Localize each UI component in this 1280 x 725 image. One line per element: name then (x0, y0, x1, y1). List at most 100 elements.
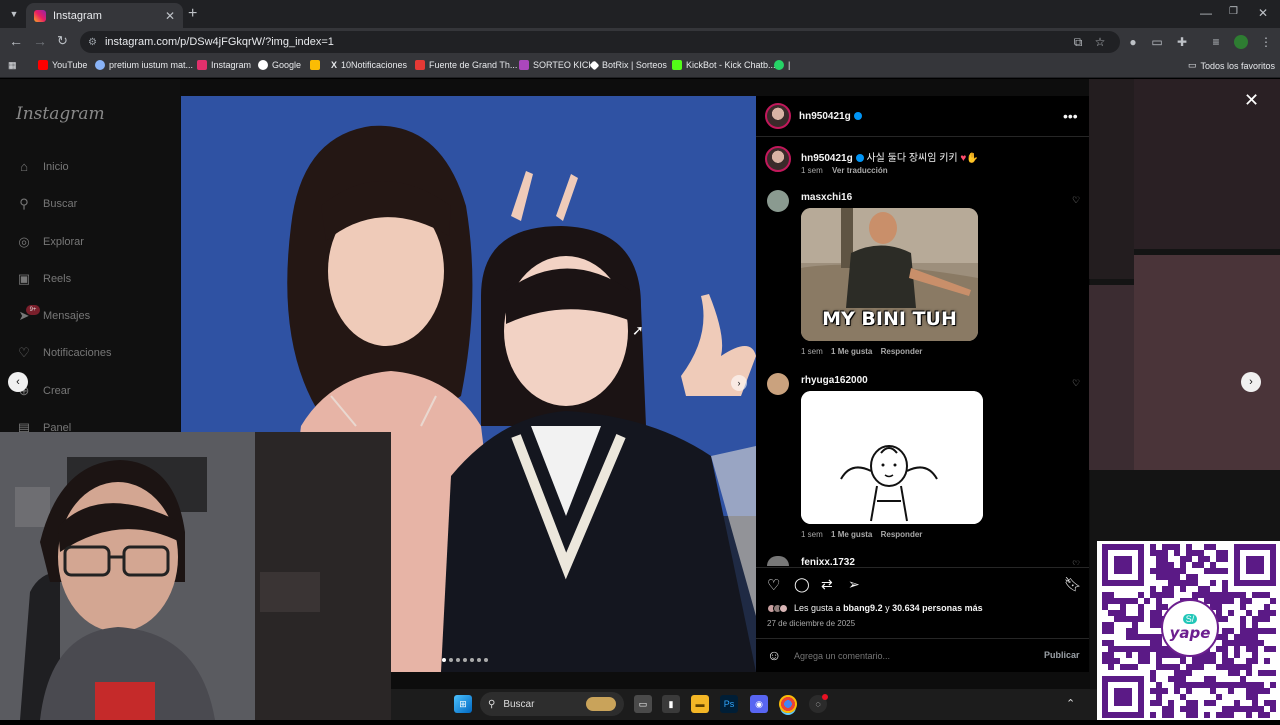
folder-icon: ▭ (1188, 60, 1197, 70)
caption-avatar[interactable] (765, 146, 791, 172)
comment-avatar[interactable] (767, 373, 789, 395)
qr-module (1216, 646, 1222, 652)
bookmark-label: Fuente de Grand Th... (429, 60, 518, 70)
minimize-button[interactable]: — (1200, 6, 1212, 20)
bookmark-item[interactable]: YouTube (38, 60, 87, 70)
likes-prefix: Les gusta a (794, 603, 841, 613)
qr-module (1150, 610, 1156, 616)
chrome-taskbar-icon[interactable] (779, 695, 797, 713)
bookmark-item[interactable]: KickBot - Kick Chatb... (672, 60, 776, 70)
qr-module (1120, 664, 1126, 670)
tab-search-button[interactable]: ▼ (6, 6, 22, 22)
more-options-icon[interactable]: ••• (1063, 108, 1078, 124)
close-window-button[interactable]: ✕ (1258, 6, 1268, 20)
repost-button[interactable]: ⇄ (821, 576, 833, 593)
extension-icon[interactable]: ● (1126, 35, 1140, 49)
reading-list-icon[interactable]: ≡ (1209, 35, 1223, 49)
new-tab-button[interactable]: + (188, 5, 197, 23)
qr-module (1234, 670, 1240, 676)
nav-item-reels[interactable]: ▣ Reels (16, 271, 71, 287)
install-app-icon[interactable]: ⧉ (1071, 35, 1085, 49)
comment-input[interactable] (792, 647, 1032, 665)
bookmark-item[interactable]: Fuente de Grand Th... (415, 60, 517, 70)
reply-button[interactable]: Responder (881, 530, 923, 539)
bookmark-label: SORTEO KICK (533, 60, 595, 70)
next-post-button[interactable]: › (1241, 372, 1261, 392)
share-button[interactable]: ➢ (848, 576, 860, 593)
back-button[interactable]: ← (9, 33, 23, 49)
like-comment-icon[interactable]: ♡ (1072, 195, 1080, 206)
tab-instagram[interactable]: Instagram ✕ (26, 3, 183, 28)
qr-module (1150, 670, 1156, 676)
bookmark-item[interactable]: Instagram (197, 60, 251, 70)
comment-button[interactable]: ◯ (794, 576, 810, 593)
address-bar[interactable]: ⚙ instagram.com/p/DSw4jFGkqrW/?img_index… (80, 31, 1120, 53)
discord-icon[interactable]: ◉ (750, 695, 768, 713)
comment-avatar[interactable] (767, 190, 789, 212)
qr-module (1198, 556, 1204, 562)
task-view-icon[interactable]: ▭ (634, 695, 652, 713)
reload-button[interactable]: ↻ (57, 33, 68, 49)
nav-item-buscar[interactable]: ⚲ Buscar (16, 196, 77, 212)
bookmark-star-icon[interactable]: ☆ (1093, 35, 1107, 49)
qr-module (1156, 550, 1162, 556)
apps-grid-icon[interactable]: ▦ (8, 60, 17, 71)
bookmark-item[interactable]: BotRix | Sorteos (589, 60, 667, 70)
bookmark-item[interactable]: | (774, 60, 790, 70)
extension-icon[interactable]: ▭ (1150, 35, 1164, 49)
qr-module (1204, 592, 1210, 598)
likes-summary[interactable]: Les gusta a bbang9.2 y 30.634 personas m… (767, 603, 983, 613)
windows-start-icon[interactable]: ⊞ (454, 695, 472, 713)
comment-likes[interactable]: 1 Me gusta (831, 347, 872, 356)
like-button[interactable]: ♡ (767, 576, 780, 594)
carousel-next-button[interactable]: › (731, 375, 747, 391)
file-explorer-icon[interactable]: ▬ (691, 695, 709, 713)
likes-count[interactable]: 30.634 personas más (892, 603, 983, 613)
caption-username[interactable]: hn950421g (801, 153, 853, 164)
emoji-icon[interactable]: ☺ (767, 647, 781, 663)
bookmark-item[interactable]: X 10Notificaciones (331, 60, 407, 70)
like-comment-icon[interactable]: ♡ (1072, 378, 1080, 389)
author-username[interactable]: hn950421g (799, 111, 862, 122)
comment-username[interactable]: masxchi16 (801, 192, 852, 203)
qr-module (1222, 634, 1228, 640)
qr-module (1174, 676, 1180, 682)
close-modal-icon[interactable]: ✕ (1244, 90, 1259, 111)
qr-module (1228, 658, 1234, 664)
see-translation-link[interactable]: Ver traducción (832, 166, 888, 175)
publish-button[interactable]: Publicar (1044, 650, 1080, 660)
save-button[interactable]: 🔖︎ (1064, 576, 1082, 593)
extensions-puzzle-icon[interactable]: ✚ (1175, 35, 1189, 49)
close-tab-icon[interactable]: ✕ (165, 9, 175, 23)
bookmark-item[interactable]: pretium iustum mat... (95, 60, 193, 70)
comment-likes[interactable]: 1 Me gusta (831, 530, 872, 539)
comment-username[interactable]: rhyuga162000 (801, 375, 868, 386)
restore-button[interactable]: ❐ (1229, 6, 1238, 17)
taskbar-app-icon[interactable]: ▮ (662, 695, 680, 713)
nav-item-inicio[interactable]: ⌂ Inicio (16, 159, 69, 175)
bookmark-item[interactable] (310, 60, 324, 70)
nav-item-notificaciones[interactable]: ♡ Notificaciones (16, 345, 111, 361)
profile-avatar[interactable] (1234, 35, 1248, 49)
likes-user[interactable]: bbang9.2 (843, 603, 883, 613)
reply-button[interactable]: Responder (881, 347, 923, 356)
chrome-menu-icon[interactable]: ⋮ (1259, 35, 1273, 49)
photoshop-icon[interactable]: Ps (720, 695, 738, 713)
comment-gif[interactable] (801, 391, 983, 524)
qr-module (1234, 646, 1240, 652)
bookmark-item[interactable]: SORTEO KICK (519, 60, 594, 70)
comment-gif[interactable]: MY BINI TUH (801, 208, 978, 341)
qr-module (1138, 652, 1144, 658)
show-hidden-icons[interactable]: ⌃ (1066, 697, 1075, 710)
all-bookmarks-folder[interactable]: ▭ Todos los favoritos (1188, 60, 1275, 71)
forward-button[interactable]: → (33, 33, 47, 49)
likes-mid: y (885, 603, 890, 613)
author-avatar[interactable] (765, 103, 791, 129)
qr-module (1186, 574, 1192, 580)
like-comment-icon[interactable]: ♡ (1072, 559, 1080, 565)
site-info-icon[interactable]: ⚙ (88, 37, 97, 48)
bookmark-item[interactable]: Google (258, 60, 301, 70)
nav-item-explorar[interactable]: ◎ Explorar (16, 234, 84, 250)
taskbar-search[interactable]: ⚲ Buscar (480, 692, 624, 716)
previous-post-button[interactable]: ‹ (8, 372, 28, 392)
